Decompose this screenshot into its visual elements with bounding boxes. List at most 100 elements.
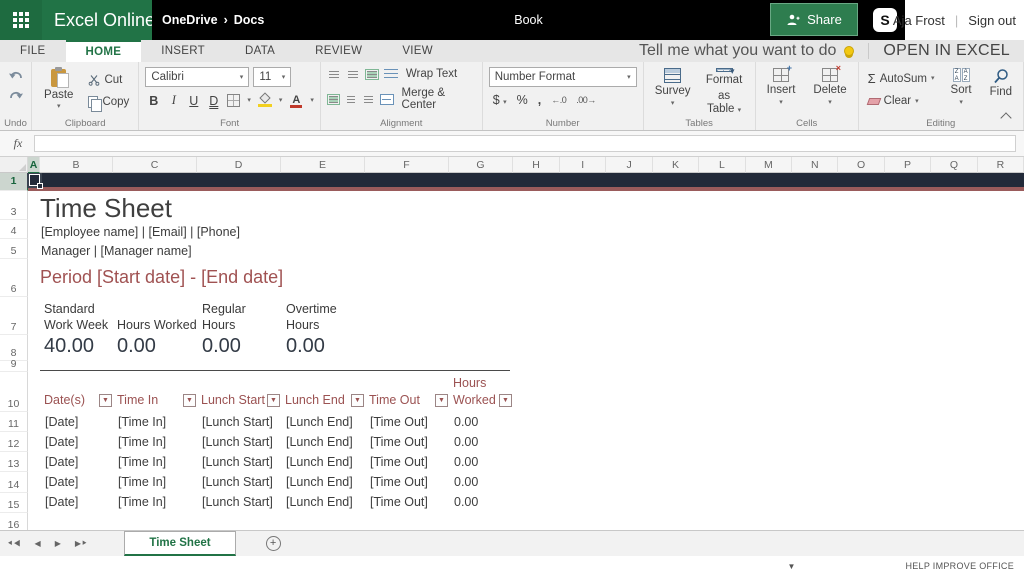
column-header[interactable]: N xyxy=(792,157,838,173)
row-header[interactable]: 4 xyxy=(0,220,28,239)
insert-cells-button[interactable]: + Insert ▾ xyxy=(762,67,801,117)
row-header[interactable]: 13 xyxy=(0,452,28,472)
undo-icon[interactable] xyxy=(8,70,24,82)
row-header[interactable]: 15 xyxy=(0,493,28,513)
column-header[interactable]: J xyxy=(606,157,652,173)
sheet-tab-time-sheet[interactable]: Time Sheet xyxy=(124,531,235,556)
column-header[interactable]: C xyxy=(113,157,197,173)
cell-lunch-end[interactable]: [Lunch End] xyxy=(281,435,365,449)
row-header[interactable]: 3 xyxy=(0,191,28,220)
selected-cell-a1[interactable] xyxy=(27,173,42,188)
user-name[interactable]: Aja Frost xyxy=(893,13,945,28)
ribbon-tab[interactable]: HOME xyxy=(66,40,142,62)
cell-hours-worked[interactable]: 0.00 xyxy=(449,415,513,429)
column-header[interactable]: I xyxy=(560,157,606,173)
column-header[interactable]: K xyxy=(653,157,699,173)
status-caret-icon[interactable]: ▼ xyxy=(788,562,796,571)
column-header[interactable]: R xyxy=(978,157,1024,173)
clear-button[interactable]: Clear ▾ xyxy=(865,94,938,108)
paste-button[interactable]: Paste ▾ xyxy=(38,67,79,117)
column-header[interactable]: F xyxy=(365,157,449,173)
row-header[interactable]: 6 xyxy=(0,259,28,297)
cut-button[interactable]: Cut xyxy=(85,73,132,87)
cell-time-in[interactable]: [Time In] xyxy=(113,455,197,469)
row-header[interactable]: 10 xyxy=(0,372,28,412)
find-button[interactable]: Find xyxy=(985,67,1017,117)
cell-date[interactable]: [Date] xyxy=(40,495,113,509)
ribbon-tab[interactable]: INSERT xyxy=(141,40,225,62)
cell-time-out[interactable]: [Time Out] xyxy=(365,415,449,429)
delete-cells-button[interactable]: × Delete ▾ xyxy=(808,67,851,117)
column-header[interactable]: D xyxy=(197,157,281,173)
decrease-decimal-button[interactable]: .00→ xyxy=(576,95,596,105)
cell-time-out[interactable]: [Time Out] xyxy=(365,435,449,449)
formula-input[interactable] xyxy=(34,135,1016,152)
survey-button[interactable]: Survey ▾ xyxy=(650,67,696,117)
column-header[interactable]: P xyxy=(885,157,931,173)
font-size-select[interactable]: 11 ▾ xyxy=(253,67,291,87)
filter-button[interactable]: ▼ xyxy=(183,394,196,407)
cell-date[interactable]: [Date] xyxy=(40,475,113,489)
filter-button[interactable]: ▼ xyxy=(435,394,448,407)
italic-button[interactable]: I xyxy=(167,93,180,108)
column-header[interactable]: G xyxy=(449,157,513,173)
increase-decimal-button[interactable]: ←.0 xyxy=(551,95,566,105)
column-header[interactable]: M xyxy=(746,157,792,173)
row-header[interactable]: 14 xyxy=(0,472,28,493)
wrap-text-button[interactable]: Wrap Text xyxy=(403,67,460,81)
sign-out-link[interactable]: Sign out xyxy=(968,13,1016,28)
percent-button[interactable]: % xyxy=(517,93,528,107)
cell-lunch-start[interactable]: [Lunch Start] xyxy=(197,495,281,509)
column-header[interactable]: H xyxy=(513,157,560,173)
merge-center-button[interactable]: Merge & Center xyxy=(399,86,476,112)
redo-icon[interactable] xyxy=(8,90,24,102)
row-header[interactable]: 16 xyxy=(0,513,28,530)
next-sheet-button[interactable]: ▶ xyxy=(48,539,68,548)
fill-color-button[interactable] xyxy=(258,94,272,107)
cell-time-out[interactable]: [Time Out] xyxy=(365,495,449,509)
align-center-button[interactable] xyxy=(345,94,358,105)
cell-time-in[interactable]: [Time In] xyxy=(113,435,197,449)
cell-time-out[interactable]: [Time Out] xyxy=(365,475,449,489)
cell-lunch-end[interactable]: [Lunch End] xyxy=(281,455,365,469)
column-header[interactable]: Q xyxy=(931,157,977,173)
autosum-button[interactable]: Σ AutoSum ▾ xyxy=(865,70,938,87)
row-header[interactable]: 1 xyxy=(0,173,28,191)
cell-hours-worked[interactable]: 0.00 xyxy=(449,495,513,509)
font-color-button[interactable]: A xyxy=(289,94,303,108)
filter-button[interactable]: ▼ xyxy=(267,394,280,407)
cell-hours-worked[interactable]: 0.00 xyxy=(449,435,513,449)
cell-lunch-start[interactable]: [Lunch Start] xyxy=(197,435,281,449)
last-sheet-button[interactable]: ▶⯈ xyxy=(68,539,95,549)
cell-time-in[interactable]: [Time In] xyxy=(113,415,197,429)
cell-hours-worked[interactable]: 0.00 xyxy=(449,455,513,469)
first-sheet-button[interactable]: ⯇◀ xyxy=(0,539,28,549)
row-header[interactable]: 5 xyxy=(0,239,28,259)
cell-time-in[interactable]: [Time In] xyxy=(113,495,197,509)
underline-button[interactable]: U xyxy=(187,94,200,108)
open-in-excel-button[interactable]: OPEN IN EXCEL xyxy=(869,40,1024,62)
cell-lunch-start[interactable]: [Lunch Start] xyxy=(197,415,281,429)
align-top-button[interactable] xyxy=(327,69,341,80)
copy-button[interactable]: Copy xyxy=(85,95,132,109)
cell-lunch-end[interactable]: [Lunch End] xyxy=(281,475,365,489)
currency-button[interactable]: $ ▾ xyxy=(493,93,507,107)
cell-lunch-end[interactable]: [Lunch End] xyxy=(281,415,365,429)
cell-lunch-end[interactable]: [Lunch End] xyxy=(281,495,365,509)
column-header[interactable]: E xyxy=(281,157,365,173)
cell-time-in[interactable]: [Time In] xyxy=(113,475,197,489)
number-format-select[interactable]: Number Format ▾ xyxy=(489,67,637,87)
column-header[interactable]: L xyxy=(699,157,745,173)
row-header[interactable]: 11 xyxy=(0,412,28,432)
filter-button[interactable]: ▼ xyxy=(351,394,364,407)
tell-me-box[interactable]: Tell me what you want to do xyxy=(625,40,868,62)
select-all-corner[interactable] xyxy=(0,157,28,173)
sort-button[interactable]: ZAAZ Sort ▾ xyxy=(946,67,977,117)
ribbon-tab[interactable]: DATA xyxy=(225,40,295,62)
cell-time-out[interactable]: [Time Out] xyxy=(365,455,449,469)
add-sheet-button[interactable]: + xyxy=(266,536,281,551)
row-header[interactable]: 12 xyxy=(0,432,28,452)
borders-button[interactable] xyxy=(227,94,240,107)
cell-date[interactable]: [Date] xyxy=(40,415,113,429)
double-underline-button[interactable]: D xyxy=(207,94,220,108)
